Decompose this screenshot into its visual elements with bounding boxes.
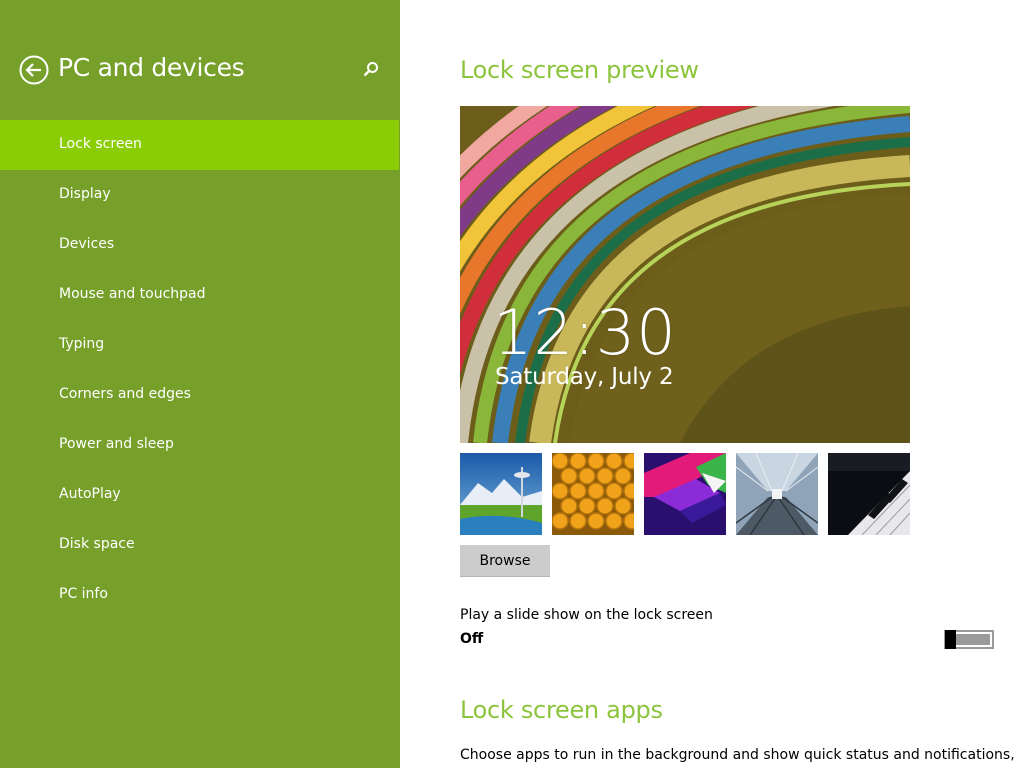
sidebar-item-label: PC info — [59, 586, 108, 602]
sidebar-item-label: Disk space — [59, 536, 135, 552]
sidebar-item-lock-screen[interactable]: Lock screen — [0, 120, 399, 170]
toggle-track — [956, 634, 990, 645]
sidebar-item-mouse-and-touchpad[interactable]: Mouse and touchpad — [0, 270, 399, 320]
main-content: Lock screen preview 12:30 Saturday, July… — [400, 0, 1024, 768]
space-needle-thumbnail[interactable] — [460, 453, 542, 535]
sidebar-item-label: AutoPlay — [59, 486, 121, 502]
back-arrow-circle-icon[interactable] — [19, 55, 49, 85]
search-icon[interactable] — [361, 60, 381, 80]
sidebar-item-label: Display — [59, 186, 111, 202]
browse-button[interactable]: Browse — [460, 545, 550, 577]
sidebar-nav: Lock screen Display Devices Mouse and to… — [0, 120, 400, 620]
slideshow-toggle[interactable] — [944, 630, 994, 649]
sidebar-item-devices[interactable]: Devices — [0, 220, 399, 270]
sidebar-item-display[interactable]: Display — [0, 170, 399, 220]
sidebar-item-corners-and-edges[interactable]: Corners and edges — [0, 370, 399, 420]
sidebar-item-label: Mouse and touchpad — [59, 286, 206, 302]
lock-screen-apps-description: Choose apps to run in the background and… — [460, 747, 1015, 763]
sidebar-item-typing[interactable]: Typing — [0, 320, 399, 370]
sidebar-item-label: Typing — [59, 336, 105, 352]
sidebar-item-label: Corners and edges — [59, 386, 191, 402]
sidebar-item-pc-info[interactable]: PC info — [0, 570, 399, 620]
lock-screen-preview-heading: Lock screen preview — [460, 56, 699, 84]
slideshow-setting-label: Play a slide show on the lock screen — [460, 607, 713, 623]
sidebar-item-label: Devices — [59, 236, 115, 252]
toggle-knob[interactable] — [945, 630, 956, 649]
slideshow-toggle-state: Off — [460, 631, 484, 647]
lock-screen-preview: 12:30 Saturday, July 2 — [460, 106, 910, 443]
sidebar-item-power-and-sleep[interactable]: Power and sleep — [0, 420, 399, 470]
train-tunnel-thumbnail[interactable] — [736, 453, 818, 535]
lock-screen-apps-heading: Lock screen apps — [460, 696, 663, 724]
sidebar: PC and devices Lock screen Display Devic… — [0, 0, 400, 768]
sidebar-item-autoplay[interactable]: AutoPlay — [0, 470, 399, 520]
sidebar-item-label: Power and sleep — [59, 436, 174, 452]
preview-date: Saturday, July 2 — [495, 364, 674, 390]
preview-time: 12:30 — [493, 296, 677, 369]
abstract-shapes-thumbnail[interactable] — [644, 453, 726, 535]
page-title: PC and devices — [58, 53, 245, 82]
piano-keys-thumbnail[interactable] — [828, 453, 910, 535]
honeycomb-thumbnail[interactable] — [552, 453, 634, 535]
preview-wallpaper — [460, 106, 910, 443]
background-thumbnails — [460, 453, 920, 535]
sidebar-item-label: Lock screen — [59, 136, 142, 152]
settings-window: PC and devices Lock screen Display Devic… — [0, 0, 1024, 768]
sidebar-item-disk-space[interactable]: Disk space — [0, 520, 399, 570]
